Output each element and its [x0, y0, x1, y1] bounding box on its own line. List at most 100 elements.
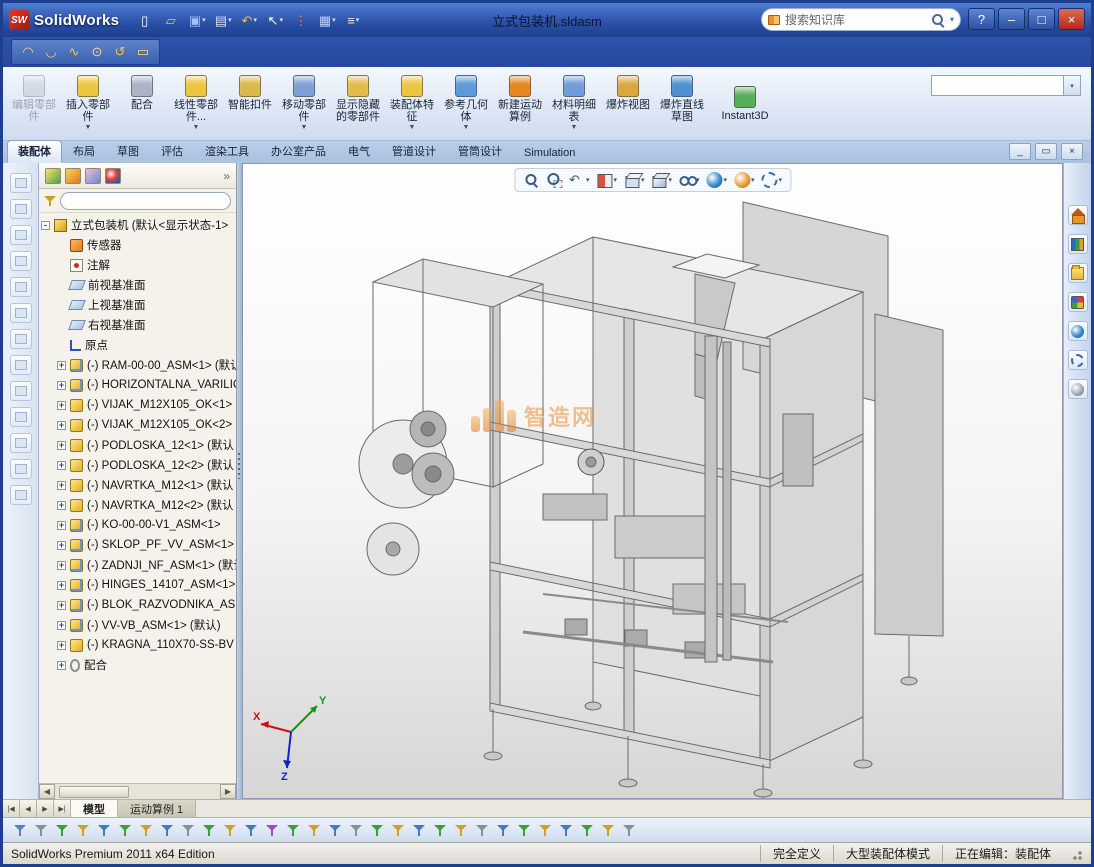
command-tab[interactable]: 电气	[337, 140, 381, 163]
section-view-icon[interactable]: ▾	[594, 171, 619, 189]
feature-tree-item[interactable]: - 立式包装机 (默认<显示状态-1>	[39, 215, 236, 235]
expand-toggle[interactable]: +	[57, 541, 66, 550]
propertymanager-tab[interactable]	[65, 168, 81, 184]
selection-filter-icon[interactable]	[242, 821, 261, 840]
zoom-fit-icon[interactable]	[521, 171, 541, 189]
selection-filter-icon[interactable]	[536, 821, 555, 840]
selection-filter-icon[interactable]	[200, 821, 219, 840]
selection-filter-icon[interactable]	[410, 821, 429, 840]
command-tab[interactable]: 评估	[150, 140, 194, 163]
view-settings-icon[interactable]: ▾	[760, 171, 785, 189]
feature-tree-item[interactable]: + (-) VIJAK_M12X105_OK<1>	[39, 395, 236, 415]
command-tab[interactable]: 管筒设计	[447, 140, 513, 163]
quick-tool-icon[interactable]: ▭	[133, 42, 153, 62]
search-icon[interactable]	[931, 13, 945, 27]
resources-home-icon[interactable]	[1068, 205, 1088, 225]
command-tab[interactable]: 布局	[62, 140, 106, 163]
selection-filter-icon[interactable]	[368, 821, 387, 840]
first-tab-button[interactable]: |◀	[3, 800, 20, 817]
scroll-left-icon[interactable]: ◀	[39, 784, 55, 799]
expand-toggle[interactable]: +	[57, 601, 66, 610]
expand-toggle[interactable]: +	[57, 501, 66, 510]
left-tool-icon[interactable]	[10, 277, 32, 297]
left-tool-icon[interactable]	[10, 459, 32, 479]
save-icon[interactable]: ▣ ▾	[185, 8, 209, 32]
feature-tree-item[interactable]: + (-) HORIZONTALNA_VARILIC	[39, 375, 236, 395]
minimize-button[interactable]: –	[998, 8, 1025, 30]
selection-filter-icon[interactable]	[158, 821, 177, 840]
feature-tree-item[interactable]: + (-) PODLOSKA_12<2> (默认	[39, 455, 236, 475]
scene-icon[interactable]: ▾	[732, 171, 757, 189]
help-button[interactable]: ?	[968, 8, 995, 30]
study-tab[interactable]: 运动算例 1	[118, 800, 196, 817]
close-button[interactable]: ×	[1058, 8, 1085, 30]
left-tool-icon[interactable]	[10, 381, 32, 401]
previous-view-icon[interactable]: ↶ ▾	[567, 171, 592, 189]
tree-horizontal-scrollbar[interactable]: ◀ ▶	[39, 783, 236, 799]
feature-tree-item[interactable]: + (-) BLOK_RAZVODNIKA_AS	[39, 595, 236, 615]
selection-filter-icon[interactable]	[74, 821, 93, 840]
undo-icon[interactable]: ↶ ▾	[237, 8, 261, 32]
quick-tool-icon[interactable]: ⊙	[87, 42, 107, 62]
scroll-right-icon[interactable]: ▶	[220, 784, 236, 799]
print-icon[interactable]: ▤ ▾	[211, 8, 235, 32]
selection-filter-icon[interactable]	[305, 821, 324, 840]
feature-tree-item[interactable]: + (-) PODLOSKA_12<1> (默认	[39, 435, 236, 455]
selection-filter-icon[interactable]	[116, 821, 135, 840]
feature-tree-item[interactable]: + (-) KRAGNA_110X70-SS-BV	[39, 635, 236, 655]
command-tab[interactable]: 渲染工具	[194, 140, 260, 163]
scrollbar-thumb[interactable]	[59, 786, 129, 798]
feature-tree-item[interactable]: + (-) RAM-00-00_ASM<1> (默认	[39, 355, 236, 375]
feature-tree-item[interactable]: + (-) NAVRTKA_M12<1> (默认	[39, 475, 236, 495]
selection-filter-icon[interactable]	[452, 821, 471, 840]
selection-filter-icon[interactable]	[221, 821, 240, 840]
left-tool-icon[interactable]	[10, 225, 32, 245]
maximize-button[interactable]: □	[1028, 8, 1055, 30]
ribbon-button[interactable]: 编辑零部件	[7, 70, 61, 138]
selection-filter-icon[interactable]	[137, 821, 156, 840]
feature-tree-item[interactable]: + (-) HINGES_14107_ASM<1>	[39, 575, 236, 595]
ribbon-button[interactable]: 智能扣件	[223, 70, 277, 138]
toolbox-icon[interactable]: ⋮	[289, 8, 313, 32]
command-tab[interactable]: 装配体	[7, 140, 62, 163]
expand-toggle[interactable]: +	[57, 401, 66, 410]
feature-tree-item[interactable]: + (-) ZADNJI_NF_ASM<1> (默认	[39, 555, 236, 575]
quick-tool-icon[interactable]: ↺	[110, 42, 130, 62]
edit-appearance-icon[interactable]: ▾	[705, 171, 730, 189]
last-tab-button[interactable]: ▶|	[54, 800, 71, 817]
configurationmanager-tab[interactable]	[85, 168, 101, 184]
appearances-icon[interactable]	[1068, 321, 1088, 341]
left-tool-icon[interactable]	[10, 329, 32, 349]
quick-tool-icon[interactable]: ◡	[41, 42, 61, 62]
quick-tool-icon[interactable]: ◠	[18, 42, 38, 62]
custom-properties-icon[interactable]	[1068, 350, 1088, 370]
doc-close-button[interactable]: ×	[1061, 143, 1083, 160]
selection-filter-icon[interactable]	[284, 821, 303, 840]
left-tool-icon[interactable]	[10, 485, 32, 505]
next-tab-button[interactable]: ▶	[37, 800, 54, 817]
ribbon-button[interactable]: 装配体特征 ▼	[385, 70, 439, 138]
expand-toggle[interactable]: -	[41, 221, 50, 230]
selection-filter-icon[interactable]	[599, 821, 618, 840]
ribbon-button[interactable]: 移动零部件 ▼	[277, 70, 331, 138]
expand-toggle[interactable]: +	[57, 481, 66, 490]
feature-tree-item[interactable]: 传感器	[39, 235, 236, 255]
left-tool-icon[interactable]	[10, 173, 32, 193]
feature-tree-item[interactable]: 原点	[39, 335, 236, 355]
selection-filter-icon[interactable]	[11, 821, 30, 840]
feature-tree-item[interactable]: + (-) SKLOP_PF_VV_ASM<1>	[39, 535, 236, 555]
select-icon[interactable]: ↖ ▾	[263, 8, 287, 32]
expand-toggle[interactable]: +	[57, 381, 66, 390]
command-tab[interactable]: 草图	[106, 140, 150, 163]
display-style-icon[interactable]: ▾	[649, 171, 674, 189]
new-document-icon[interactable]: ▯	[133, 8, 157, 32]
ribbon-button[interactable]: 爆炸视图	[601, 70, 655, 138]
feature-tree-item[interactable]: + (-) VIJAK_M12X105_OK<2>	[39, 415, 236, 435]
expand-toggle[interactable]: +	[57, 361, 66, 370]
expand-toggle[interactable]: +	[57, 421, 66, 430]
left-tool-icon[interactable]	[10, 407, 32, 427]
hide-show-icon[interactable]: ▾	[677, 171, 702, 189]
featuremanager-tab[interactable]	[45, 168, 61, 184]
left-tool-icon[interactable]	[10, 355, 32, 375]
selection-filter-icon[interactable]	[494, 821, 513, 840]
